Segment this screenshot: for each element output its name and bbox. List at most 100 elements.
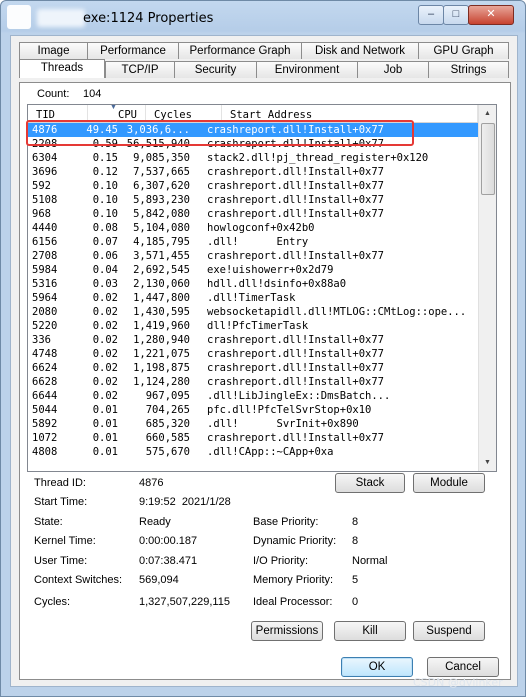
table-row[interactable]: 5044 0.01 704,265 pfc.dll!PfcTelSvrStop+0x1… xyxy=(28,403,478,417)
thread-start-address-cell: pfc.dll!PfcTelSvrStop+0x10 xyxy=(207,404,372,416)
table-row[interactable]: 592 0.10 6,307,620 crashreport.dll!Install+… xyxy=(28,179,478,193)
thread-cycles-cell: 9,085,350 xyxy=(133,152,190,164)
thread-start-address-cell: websocketapidll.dll!MTLOG::CMtLog::ope..… xyxy=(207,306,467,318)
scroll-up-arrow-icon[interactable]: ▲ xyxy=(479,105,496,122)
thread-start-address-cell: crashreport.dll!Install+0x77 xyxy=(207,432,385,444)
module-button[interactable]: Module xyxy=(413,473,485,493)
table-row[interactable]: 4748 0.02 1,221,075 crashreport.dll!Install… xyxy=(28,347,478,361)
thread-cpu-cell: 0.02 xyxy=(92,334,118,346)
tab-disk-and-network[interactable]: Disk and Network xyxy=(301,42,419,59)
tab-image[interactable]: Image xyxy=(19,42,88,59)
stack-button[interactable]: Stack xyxy=(335,473,405,493)
context-switches-value: 569,094 xyxy=(139,574,179,586)
thread-cycles-cell: 5,104,080 xyxy=(133,222,190,234)
suspend-button[interactable]: Suspend xyxy=(413,621,485,641)
tab-gpu-graph[interactable]: GPU Graph xyxy=(418,42,509,59)
app-icon xyxy=(7,5,31,29)
thread-tid-cell: 5892 xyxy=(32,418,58,430)
thread-cpu-cell: 0.07 xyxy=(92,236,118,248)
start-time-value: 9:19:52 2021/1/28 xyxy=(139,496,231,508)
close-button[interactable]: ✕ xyxy=(468,5,514,25)
thread-tid-cell: 6628 xyxy=(32,376,58,388)
table-row[interactable]: 4440 0.08 5,104,080 howlogconf+0x42b0 xyxy=(28,221,478,235)
count-value: 104 xyxy=(83,88,102,100)
table-row[interactable]: 5220 0.02 1,419,960 dll!PfcTimerTask xyxy=(28,319,478,333)
table-row[interactable]: 6156 0.07 4,185,795 .dll! Entry xyxy=(28,235,478,249)
ideal-processor-value: 0 xyxy=(352,596,359,608)
thread-tid-cell: 3696 xyxy=(32,166,58,178)
thread-cycles-cell: 1,430,595 xyxy=(133,306,190,318)
table-row[interactable]: 5316 0.03 2,130,060 hdll.dll!dsinfo+0x88a0 xyxy=(28,277,478,291)
thread-cycles-cell: 3,571,455 xyxy=(133,250,190,262)
kernel-time-value: 0:00:00.187 xyxy=(139,535,198,547)
table-row[interactable]: 968 0.10 5,842,080 crashreport.dll!Install+… xyxy=(28,207,478,221)
table-row[interactable]: 2708 0.06 3,571,455 crashreport.dll!Install… xyxy=(28,249,478,263)
table-row[interactable]: 6644 0.02 967,095 .dll!LibJingleEx::DmsBatc… xyxy=(28,389,478,403)
table-row[interactable]: 5984 0.04 2,692,545 exe!uishowerr+0x2d79 xyxy=(28,263,478,277)
thread-cpu-cell: 0.02 xyxy=(92,376,118,388)
threads-list[interactable]: TID CPU ▼ Cycles Start Address 4876 49.45… xyxy=(27,104,497,472)
cancel-button[interactable]: Cancel xyxy=(427,657,499,677)
ok-button[interactable]: OK xyxy=(341,657,413,677)
maximize-button[interactable]: □ xyxy=(443,5,469,25)
kill-button[interactable]: Kill xyxy=(334,621,406,641)
thread-start-address-cell: dll!PfcTimerTask xyxy=(207,320,309,332)
table-row[interactable]: 6628 0.02 1,124,280 crashreport.dll!Install… xyxy=(28,375,478,389)
table-row[interactable]: 1072 0.01 660,585 crashreport.dll!Install+0… xyxy=(28,431,478,445)
title-bar[interactable]: exe:1124 Properties – □ ✕ xyxy=(1,1,525,35)
thread-cycles-cell: 2,130,060 xyxy=(133,278,190,290)
table-row[interactable]: 3696 0.12 7,537,665 crashreport.dll!Install… xyxy=(28,165,478,179)
scroll-thumb[interactable] xyxy=(481,123,495,195)
tab-tcpip[interactable]: TCP/IP xyxy=(105,61,175,78)
annotation-highlight-box xyxy=(26,120,414,146)
tab-strings[interactable]: Strings xyxy=(428,61,509,78)
thread-cpu-cell: 0.15 xyxy=(92,152,118,164)
memory-priority-value: 5 xyxy=(352,574,359,586)
table-row[interactable]: 6624 0.02 1,198,875 crashreport.dll!Install… xyxy=(28,361,478,375)
scroll-down-arrow-icon[interactable]: ▼ xyxy=(479,454,496,471)
thread-start-address-cell: crashreport.dll!Install+0x77 xyxy=(207,194,385,206)
tab-security[interactable]: Security xyxy=(174,61,257,78)
dynamic-priority-value: 8 xyxy=(352,535,359,547)
thread-start-address-cell: .dll!LibJingleEx::DmsBatch... xyxy=(207,390,391,402)
tab-performance[interactable]: Performance xyxy=(87,42,179,59)
table-row[interactable]: 2080 0.02 1,430,595 websocketapidll.dll!MTL… xyxy=(28,305,478,319)
thread-start-address-cell: .dll!TimerTask xyxy=(207,292,296,304)
thread-cycles-cell: 1,419,960 xyxy=(133,320,190,332)
thread-cycles-cell: 575,670 xyxy=(145,446,190,458)
thread-cycles-cell: 1,124,280 xyxy=(133,376,190,388)
ideal-processor-label: Ideal Processor: xyxy=(253,596,333,608)
context-switches-label: Context Switches: xyxy=(34,574,123,586)
table-row[interactable]: 5892 0.01 685,320 .dll! SvrInit+0x890 xyxy=(28,417,478,431)
thread-cycles-cell: 1,447,800 xyxy=(133,292,190,304)
thread-cycles-cell: 2,692,545 xyxy=(133,264,190,276)
table-row[interactable]: 336 0.02 1,280,940 crashreport.dll!Install+… xyxy=(28,333,478,347)
table-row[interactable]: 6304 0.15 9,085,350 stack2.dll!pj_thread_re… xyxy=(28,151,478,165)
thread-start-address-cell: .dll! Entry xyxy=(207,236,309,248)
tab-job[interactable]: Job xyxy=(357,61,429,78)
minimize-button[interactable]: – xyxy=(418,5,444,25)
permissions-button[interactable]: Permissions xyxy=(251,621,323,641)
tab-environment[interactable]: Environment xyxy=(256,61,358,78)
thread-cpu-cell: 0.10 xyxy=(92,208,118,220)
table-row[interactable]: 5964 0.02 1,447,800 .dll!TimerTask xyxy=(28,291,478,305)
thread-cycles-cell: 1,198,875 xyxy=(133,362,190,374)
thread-cpu-cell: 0.01 xyxy=(92,404,118,416)
list-scrollbar[interactable]: ▲ ▼ xyxy=(478,105,496,471)
thread-cpu-cell: 0.01 xyxy=(92,418,118,430)
thread-tid-cell: 5108 xyxy=(32,194,58,206)
tab-performance-graph[interactable]: Performance Graph xyxy=(178,42,302,59)
thread-cycles-cell: 685,320 xyxy=(145,418,190,430)
thread-tid-cell: 592 xyxy=(32,180,51,192)
thread-tid-cell: 2080 xyxy=(32,306,58,318)
table-row[interactable]: 4808 0.01 575,670 .dll!CApp::~CApp+0xa xyxy=(28,445,478,459)
tab-threads[interactable]: Threads xyxy=(19,59,105,78)
thread-start-address-cell: howlogconf+0x42b0 xyxy=(207,222,315,234)
base-priority-label: Base Priority: xyxy=(253,516,319,528)
thread-cpu-cell: 0.10 xyxy=(92,194,118,206)
watermark: CSDN @dvlinker xyxy=(413,676,503,689)
state-label: State: xyxy=(34,516,63,528)
user-time-value: 0:07:38.471 xyxy=(139,555,198,567)
thread-cycles-cell: 660,585 xyxy=(145,432,190,444)
table-row[interactable]: 5108 0.10 5,893,230 crashreport.dll!Install… xyxy=(28,193,478,207)
